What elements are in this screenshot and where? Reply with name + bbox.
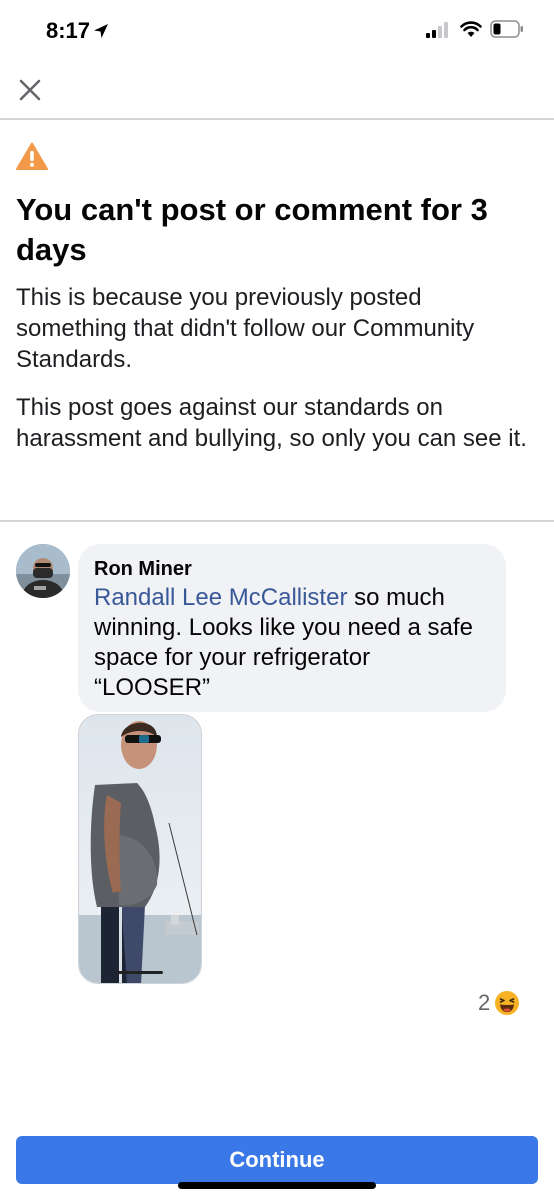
battery-icon bbox=[490, 20, 523, 38]
reaction-count: 2 bbox=[478, 990, 491, 1015]
comment-text: Randall Lee McCallister so much winning.… bbox=[94, 583, 490, 703]
mention-link[interactable]: Randall Lee McCallister bbox=[94, 584, 347, 611]
section-divider bbox=[0, 520, 554, 522]
status-time: 8:17 bbox=[46, 18, 91, 43]
header-divider bbox=[0, 118, 554, 120]
continue-button[interactable]: Continue bbox=[16, 1136, 538, 1184]
comment-photo[interactable] bbox=[78, 714, 202, 984]
reaction-summary[interactable]: 2 bbox=[478, 988, 520, 1018]
avatar[interactable] bbox=[16, 544, 70, 598]
close-icon bbox=[19, 79, 41, 101]
location-arrow-icon bbox=[94, 24, 108, 38]
comment-author[interactable]: Ron Miner bbox=[94, 556, 490, 582]
home-indicator bbox=[178, 1182, 376, 1189]
notice-paragraph-1: This is because you previously posted so… bbox=[16, 284, 475, 373]
cellular-signal-icon bbox=[426, 22, 448, 38]
warning-icon bbox=[16, 142, 48, 170]
close-button[interactable] bbox=[14, 74, 46, 106]
notice-title: You can't post or comment for 3 days bbox=[16, 192, 488, 267]
photo-image bbox=[79, 715, 201, 983]
laughing-emoji-icon bbox=[495, 991, 520, 1015]
notice-paragraph-2: This post goes against our standards on … bbox=[16, 394, 527, 452]
wifi-icon bbox=[460, 21, 482, 37]
status-bar: 8:17 bbox=[0, 0, 554, 64]
comment-bubble: Ron Miner Randall Lee McCallister so muc… bbox=[78, 544, 506, 712]
avatar-image bbox=[16, 544, 70, 598]
